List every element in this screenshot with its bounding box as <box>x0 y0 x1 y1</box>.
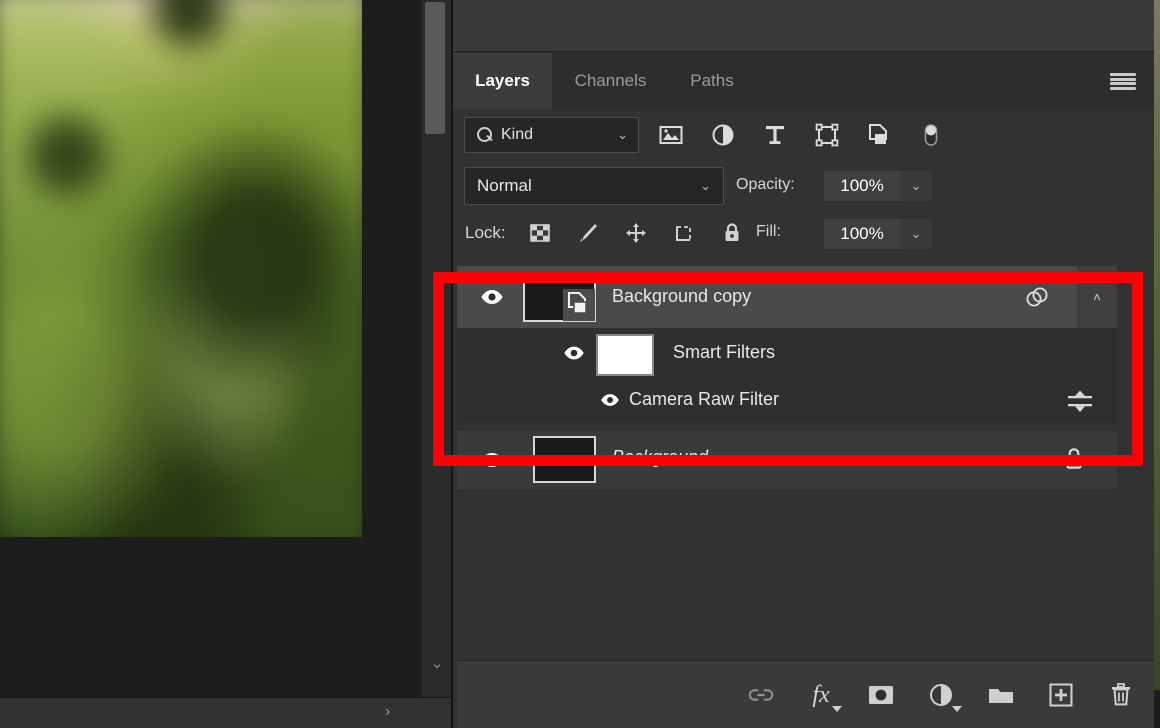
layers-panel: Layers Channels Paths Kind ⌄ <box>453 0 1154 728</box>
layers-panel-body: Kind ⌄ <box>453 109 1154 728</box>
layer-filter-kind-select[interactable]: Kind ⌄ <box>464 117 639 153</box>
filter-smart-object-layers-icon[interactable] <box>866 122 892 148</box>
status-bar-strip: › <box>0 697 452 728</box>
filter-shape-layers-icon[interactable] <box>814 122 840 148</box>
blend-mode-row: Normal ⌄ Opacity: 100% ⌄ <box>453 163 1154 211</box>
hamburger-menu-icon[interactable] <box>1110 73 1136 90</box>
new-layer-icon[interactable] <box>1046 680 1076 710</box>
collapse-smart-filters-chevron-up-icon[interactable]: ˄ <box>1077 266 1117 328</box>
tab-layers[interactable]: Layers <box>453 53 552 109</box>
link-layers-icon[interactable] <box>746 680 776 710</box>
lock-all-icon[interactable] <box>720 221 746 247</box>
chevron-down-icon[interactable]: ⌄ <box>700 178 711 194</box>
layer-visibility-toggle-icon[interactable] <box>480 285 504 309</box>
table-row[interactable]: Smart Filters <box>457 328 1117 380</box>
lock-row: Lock: <box>453 211 1154 261</box>
blending-options-icon[interactable] <box>1065 388 1095 419</box>
opacity-label: Opacity: <box>736 176 795 194</box>
chevron-down-icon[interactable]: ⌄ <box>422 648 452 678</box>
fx-label: fx <box>812 682 829 709</box>
fx-caret-icon <box>832 706 842 712</box>
camera-raw-filter-name[interactable]: Camera Raw Filter <box>629 389 779 410</box>
lock-icon-group <box>528 217 746 251</box>
layers-panel-bottom-toolbar: fx <box>457 660 1154 728</box>
layer-thumbnail[interactable] <box>523 272 596 322</box>
canvas-vertical-scrollbar-thumb[interactable] <box>425 2 445 134</box>
lock-label: Lock: <box>465 223 506 243</box>
lock-artboard-nesting-icon[interactable] <box>672 221 698 247</box>
search-icon <box>477 127 493 143</box>
panel-top-empty-area <box>453 0 1154 52</box>
fill-chevron-down-icon[interactable]: ⌄ <box>900 219 932 249</box>
layer-name[interactable]: Background copy <box>612 286 751 307</box>
fill-input[interactable]: 100% <box>824 219 900 249</box>
filter-adjustment-layers-icon[interactable] <box>710 122 736 148</box>
chevron-down-icon[interactable]: ⌄ <box>617 127 628 143</box>
add-layer-mask-icon[interactable] <box>866 680 896 710</box>
filter-type-layers-icon[interactable] <box>762 122 788 148</box>
opacity-chevron-down-icon[interactable]: ⌄ <box>900 171 932 201</box>
canvas-photo-foliage <box>0 0 362 537</box>
layer-style-fx-icon[interactable]: fx <box>806 680 836 710</box>
background-layer-thumbnail[interactable] <box>533 436 596 483</box>
delete-layer-icon[interactable] <box>1106 680 1136 710</box>
document-canvas-area <box>0 0 420 728</box>
layer-filter-row: Kind ⌄ <box>453 109 1154 163</box>
lock-icon[interactable] <box>1061 445 1087 478</box>
tab-paths[interactable]: Paths <box>669 53 755 109</box>
tab-channels[interactable]: Channels <box>552 53 669 109</box>
table-row[interactable]: Background <box>457 431 1117 489</box>
expand-arrow-icon[interactable]: › <box>385 703 390 721</box>
new-group-icon[interactable] <box>986 680 1016 710</box>
layer-filter-type-icons <box>658 117 944 153</box>
right-edge-strip <box>1154 0 1160 690</box>
adjustment-caret-icon <box>952 706 962 712</box>
photoshop-window: ⌄ › Layers Channels Paths Kind ⌄ <box>0 0 1160 728</box>
layer-list: Background copy ˄ <box>457 266 1117 656</box>
right-edge-strip-bottom <box>1154 690 1160 728</box>
blend-mode-value: Normal <box>477 176 532 196</box>
table-row[interactable]: Camera Raw Filter <box>457 380 1117 422</box>
filter-toggle-switch-icon[interactable] <box>918 122 944 148</box>
new-adjustment-layer-icon[interactable] <box>926 680 956 710</box>
smart-filters-visibility-toggle-icon[interactable] <box>563 342 587 366</box>
smart-filters-mask-thumbnail[interactable] <box>596 334 654 376</box>
smart-filters-label[interactable]: Smart Filters <box>673 342 775 363</box>
background-visibility-toggle-icon[interactable] <box>480 448 504 472</box>
lock-position-icon[interactable] <box>624 221 650 247</box>
layer-filter-kind-label: Kind <box>501 126 533 144</box>
panel-tab-bar: Layers Channels Paths <box>453 53 1154 109</box>
lock-image-pixels-icon[interactable] <box>576 221 602 247</box>
toolbar-icon-group: fx <box>746 661 1136 728</box>
lock-transparent-pixels-icon[interactable] <box>528 221 554 247</box>
smart-object-badge-icon <box>563 289 595 321</box>
fill-label: Fill: <box>756 223 781 241</box>
background-layer-name[interactable]: Background <box>612 447 708 468</box>
blend-mode-select[interactable]: Normal ⌄ <box>464 167 724 205</box>
filter-pixel-layers-icon[interactable] <box>658 122 684 148</box>
table-row[interactable]: Background copy ˄ <box>457 266 1117 328</box>
camera-raw-filter-visibility-toggle-icon[interactable] <box>600 390 624 414</box>
canvas-image-clip[interactable] <box>0 0 362 537</box>
opacity-input[interactable]: 100% <box>824 171 900 201</box>
smart-filters-icon[interactable] <box>1023 283 1051 316</box>
